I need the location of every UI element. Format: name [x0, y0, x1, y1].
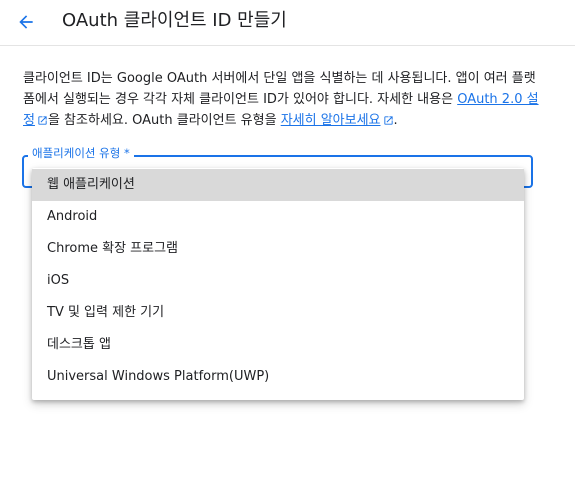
option-ios[interactable]: iOS [32, 265, 524, 297]
option-tv-limited-input[interactable]: TV 및 입력 제한 기기 [32, 297, 524, 329]
learn-more-link[interactable]: 자세히 알아보세요 [281, 113, 381, 128]
description-text: . [393, 113, 398, 128]
option-desktop-app[interactable]: 데스크톱 앱 [32, 329, 524, 361]
option-android[interactable]: Android [32, 201, 524, 233]
description: 클라이언트 ID는 Google OAuth 서버에서 단일 앱을 식별하는 데… [23, 68, 543, 131]
option-uwp[interactable]: Universal Windows Platform(UWP) [32, 361, 524, 393]
page-title: OAuth 클라이언트 ID 만들기 [62, 10, 287, 31]
application-type-dropdown-menu: 웹 애플리케이션 Android Chrome 확장 프로그램 iOS TV 및… [32, 168, 524, 400]
page-header: OAuth 클라이언트 ID 만들기 [0, 0, 575, 46]
description-text: 을 참조하세요. OAuth 클라이언트 유형을 [47, 113, 281, 128]
arrow-back-icon [19, 15, 33, 29]
open-in-new-icon [383, 116, 393, 125]
option-chrome-extension[interactable]: Chrome 확장 프로그램 [32, 233, 524, 265]
open-in-new-icon [38, 116, 47, 125]
back-button[interactable] [12, 8, 40, 36]
application-type-label: 애플리케이션 유형 * [28, 146, 134, 161]
option-web-application[interactable]: 웹 애플리케이션 [32, 169, 524, 201]
